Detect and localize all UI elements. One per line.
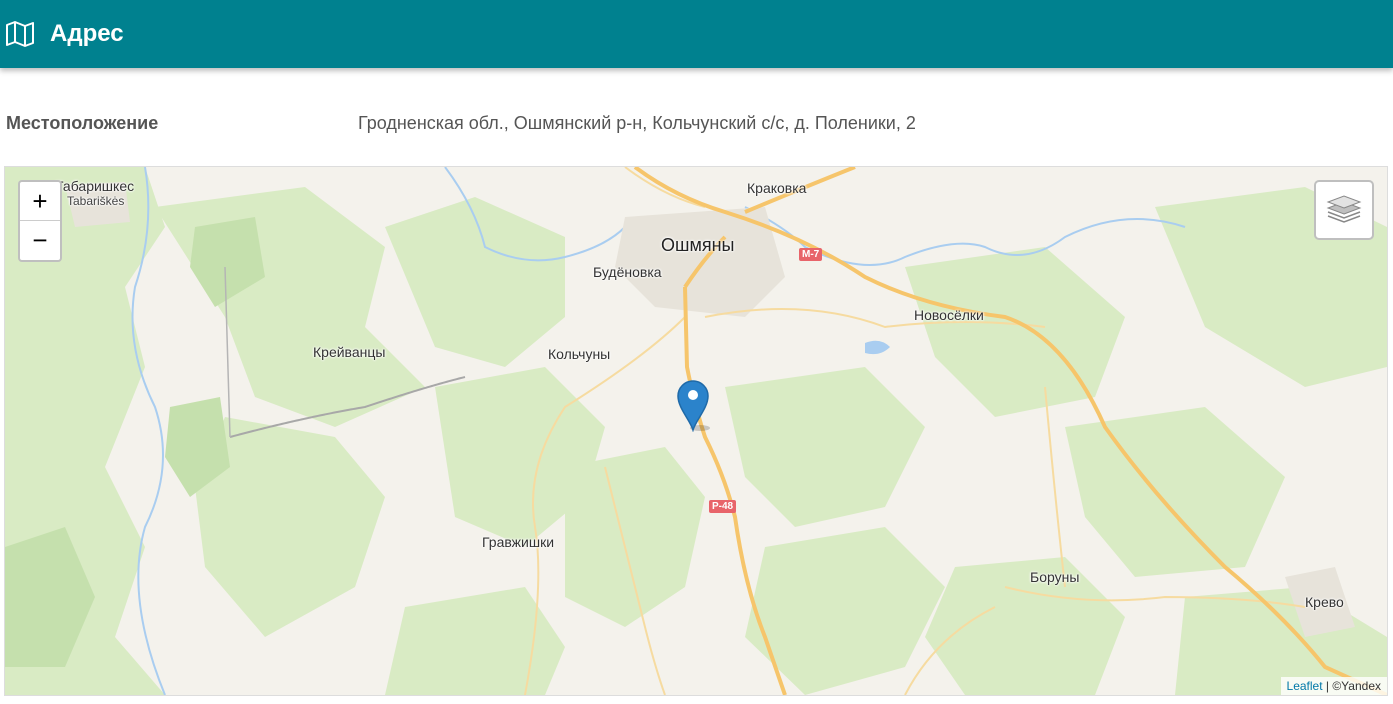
attribution-provider: ©Yandex (1332, 679, 1381, 693)
map-attribution: Leaflet | ©Yandex (1280, 677, 1387, 695)
place-label: Крейванцы (313, 344, 386, 360)
map-view[interactable]: Табаришкес Tabariškės Краковка Ошмяны Бу… (4, 166, 1388, 696)
page-title: Адрес (50, 20, 124, 47)
location-row: Местоположение Гродненская обл., Ошмянск… (0, 104, 1393, 144)
place-label: Краковка (747, 180, 807, 196)
place-label: Гравжишки (482, 534, 555, 550)
location-value: Гродненская обл., Ошмянский р-н, Кольчун… (358, 113, 916, 133)
layers-icon (1326, 195, 1362, 223)
header-bar: Адрес (0, 0, 1393, 68)
map-icon (6, 21, 34, 47)
zoom-control: + − (18, 180, 62, 262)
place-label: Новосёлки (914, 307, 984, 323)
attribution-separator: | (1322, 679, 1333, 693)
place-label: Боруны (1030, 569, 1080, 585)
road-shield: М-7 (799, 248, 823, 261)
place-label: Крево (1305, 594, 1344, 610)
zoom-in-button[interactable]: + (20, 182, 60, 221)
place-label: Кольчуны (548, 346, 611, 362)
location-label: Местоположение (6, 113, 159, 133)
place-label: Tabariškės (67, 194, 125, 208)
leaflet-link[interactable]: Leaflet (1287, 679, 1323, 693)
road-shield: Р-48 (709, 500, 737, 513)
layers-button[interactable] (1314, 180, 1374, 240)
zoom-out-button[interactable]: − (20, 221, 60, 259)
place-label: Будёновка (593, 264, 662, 280)
place-label: Ошмяны (661, 235, 735, 255)
place-label: Табаришкес (55, 178, 135, 194)
map-marker-icon[interactable] (676, 380, 710, 432)
